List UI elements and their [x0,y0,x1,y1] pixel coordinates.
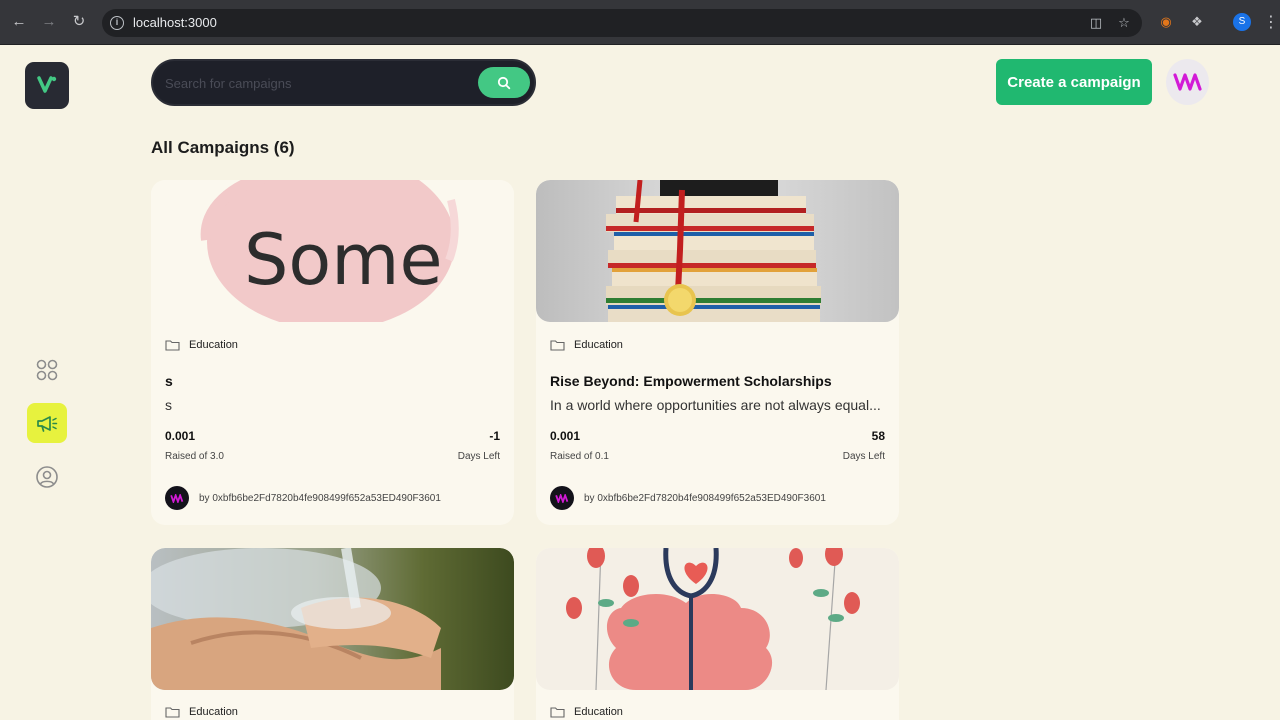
campaign-image [151,548,441,690]
sidebar-dashboard[interactable] [27,350,67,390]
address-bar[interactable]: i localhost:3000 ◫ ☆ [102,9,1142,37]
extensions-icon[interactable]: ❖ [1188,13,1206,31]
campaign-thumbnail [536,180,899,322]
amount-raised: 0.001 [550,429,581,443]
category-tag: Education [165,706,238,718]
back-icon[interactable]: ← [9,12,29,32]
megaphone-icon [37,416,58,432]
search-input[interactable] [165,71,465,95]
user-avatar-logo-icon [1172,73,1202,91]
campaign-card[interactable]: Education [151,548,514,720]
category-tag: Education [165,339,238,351]
user-circle-icon [36,466,58,488]
campaign-thumbnail [151,548,514,690]
campaign-title: Rise Beyond: Empowerment Scholarships [550,373,832,389]
category-label: Education [574,339,623,351]
campaign-thumbnail [536,548,899,690]
campaign-image: Some [200,180,459,322]
days-left-label: Days Left [842,451,885,462]
url-text: localhost:3000 [133,15,217,30]
owner-avatar-logo-icon [555,493,569,503]
site-info-icon[interactable]: i [110,16,124,30]
browser-toolbar: ← → ↻ i localhost:3000 ◫ ☆ ◉ ❖ S ⋮ [0,0,1280,45]
sidebar-profile[interactable] [27,457,67,497]
campaign-description: In a world where opportunities are not a… [550,397,881,413]
days-left-value: 58 [871,429,885,443]
browser-profile-avatar[interactable]: S [1233,13,1251,31]
days-left-label: Days Left [457,451,500,462]
campaign-thumbnail: Some [151,180,514,322]
owner-avatar [550,486,574,510]
metamask-extension-icon[interactable]: ◉ [1157,13,1175,31]
category-tag: Education [550,706,623,718]
grid-icon [36,359,58,381]
search-button[interactable] [478,67,530,98]
folder-icon [165,340,180,351]
folder-icon [550,707,565,718]
campaign-image [566,548,860,690]
app-logo[interactable] [25,62,69,109]
campaign-image [606,180,821,322]
bookmark-star-icon[interactable]: ☆ [1115,14,1133,32]
amount-raised: 0.001 [165,429,196,443]
forward-icon[interactable]: → [39,12,59,32]
page-title: All Campaigns (6) [151,138,295,157]
campaign-card[interactable]: Education Rise Beyond: Empowerment Schol… [536,180,899,525]
reload-icon[interactable]: ↻ [69,12,89,32]
owner-avatar-logo-icon [170,493,184,503]
category-label: Education [189,706,238,718]
search-bar [151,59,536,106]
days-left-value: -1 [489,429,500,443]
campaign-description: s [165,397,172,413]
sidebar-campaigns[interactable] [27,403,67,443]
category-label: Education [189,339,238,351]
campaign-owner: by 0xbfb6be2Fd7820b4fe908499f652a53ED490… [165,486,441,510]
create-campaign-button[interactable]: Create a campaign [996,59,1152,105]
search-icon [497,76,511,89]
thumb-handwriting: Some [244,219,443,301]
owner-address: by 0xbfb6be2Fd7820b4fe908499f652a53ED490… [584,492,826,504]
owner-address: by 0xbfb6be2Fd7820b4fe908499f652a53ED490… [199,492,441,504]
category-label: Education [574,706,623,718]
user-avatar[interactable] [1166,59,1209,105]
category-tag: Education [550,339,623,351]
logo-mark-icon [37,76,57,93]
browser-menu-icon[interactable]: ⋮ [1263,12,1279,32]
raised-label: Raised of 3.0 [165,451,224,462]
campaign-card[interactable]: Some Education s s 0.001 Raised of 3.0 -… [151,180,514,525]
folder-icon [165,707,180,718]
campaign-card[interactable]: Education [536,548,899,720]
folder-icon [550,340,565,351]
campaign-owner: by 0xbfb6be2Fd7820b4fe908499f652a53ED490… [550,486,826,510]
owner-avatar [165,486,189,510]
raised-label: Raised of 0.1 [550,451,609,462]
campaign-title: s [165,373,173,389]
install-app-icon[interactable]: ◫ [1087,14,1105,32]
